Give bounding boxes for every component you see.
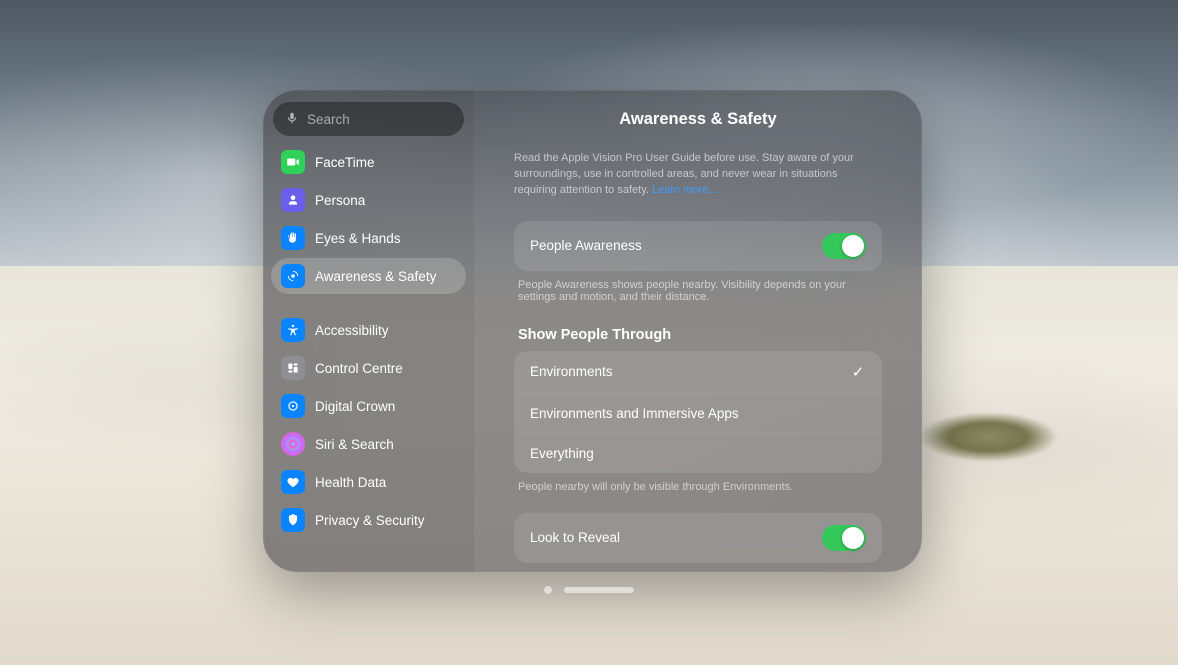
- show-through-option[interactable]: Everything: [514, 433, 882, 473]
- checkmark-icon: ✓: [850, 363, 866, 381]
- health-icon: [281, 470, 305, 494]
- sidebar-item-control-centre[interactable]: Control Centre: [271, 350, 466, 386]
- look-reveal-label: Look to Reveal: [530, 530, 620, 545]
- people-awareness-label: People Awareness: [530, 238, 642, 253]
- sidebar: FaceTime Persona Eyes & Hands Awareness & S…: [263, 90, 474, 572]
- sidebar-item-siri-search[interactable]: Siri & Search: [271, 426, 466, 462]
- look-reveal-toggle[interactable]: [822, 525, 866, 551]
- sidebar-item-privacy-security[interactable]: Privacy & Security: [271, 502, 466, 538]
- sidebar-item-label: Privacy & Security: [315, 513, 425, 528]
- privacy-icon: [281, 508, 305, 532]
- show-through-option[interactable]: Environments ✓: [514, 351, 882, 393]
- show-through-footnote: People nearby will only be visible throu…: [518, 481, 878, 493]
- learn-more-link[interactable]: Learn more…: [652, 184, 719, 196]
- show-through-option[interactable]: Environments and Immersive Apps: [514, 393, 882, 433]
- control-centre-icon: [281, 356, 305, 380]
- awareness-icon: [281, 264, 305, 288]
- settings-window: FaceTime Persona Eyes & Hands Awareness & S…: [263, 90, 922, 572]
- window-grabber[interactable]: [544, 586, 634, 594]
- sidebar-item-label: Eyes & Hands: [315, 231, 401, 246]
- video-icon: [281, 150, 305, 174]
- content-pane: Awareness & Safety Read the Apple Vision…: [474, 90, 922, 572]
- show-through-heading: Show People Through: [518, 327, 882, 343]
- sidebar-item-label: Awareness & Safety: [315, 269, 436, 284]
- show-through-card: Environments ✓ Environments and Immersive …: [514, 351, 882, 473]
- hand-icon: [281, 226, 305, 250]
- sidebar-item-label: FaceTime: [315, 155, 375, 170]
- look-reveal-card: Look to Reveal: [514, 513, 882, 563]
- crown-icon: [281, 394, 305, 418]
- sidebar-item-persona[interactable]: Persona: [271, 182, 466, 218]
- sidebar-item-label: Health Data: [315, 475, 386, 490]
- sidebar-item-eyes-hands[interactable]: Eyes & Hands: [271, 220, 466, 256]
- wallpaper-bush: [918, 412, 1058, 462]
- accessibility-icon: [281, 318, 305, 342]
- grabber-dot: [544, 586, 552, 594]
- sidebar-item-awareness-safety[interactable]: Awareness & Safety: [271, 258, 466, 294]
- search-input[interactable]: [307, 112, 484, 127]
- page-title: Awareness & Safety: [514, 110, 882, 129]
- sidebar-item-label: Control Centre: [315, 361, 403, 376]
- sidebar-item-health-data[interactable]: Health Data: [271, 464, 466, 500]
- siri-icon: [281, 432, 305, 456]
- mic-icon: [285, 111, 307, 128]
- sidebar-item-label: Digital Crown: [315, 399, 395, 414]
- sidebar-item-label: Siri & Search: [315, 437, 394, 452]
- people-awareness-row: People Awareness: [514, 221, 882, 271]
- search-field[interactable]: [273, 102, 464, 136]
- grabber-bar: [564, 587, 634, 593]
- people-awareness-toggle[interactable]: [822, 233, 866, 259]
- look-reveal-footnote: Reveal people in your space only when yo…: [518, 571, 878, 572]
- sidebar-group: Accessibility Control Centre Digital Crown…: [271, 312, 466, 538]
- show-through-option-label: Environments and Immersive Apps: [530, 406, 739, 421]
- sidebar-item-accessibility[interactable]: Accessibility: [271, 312, 466, 348]
- sidebar-group: FaceTime Persona Eyes & Hands Awareness & S…: [271, 144, 466, 294]
- look-reveal-row: Look to Reveal: [514, 513, 882, 563]
- sidebar-item-label: Persona: [315, 193, 365, 208]
- sidebar-item-digital-crown[interactable]: Digital Crown: [271, 388, 466, 424]
- people-awareness-footnote: People Awareness shows people nearby. Vi…: [518, 279, 878, 303]
- show-through-option-label: Everything: [530, 446, 594, 461]
- people-awareness-card: People Awareness: [514, 221, 882, 271]
- sidebar-item-facetime[interactable]: FaceTime: [271, 144, 466, 180]
- intro-text: Read the Apple Vision Pro User Guide bef…: [514, 151, 882, 199]
- persona-icon: [281, 188, 305, 212]
- sidebar-item-label: Accessibility: [315, 323, 389, 338]
- show-through-option-label: Environments: [530, 364, 613, 379]
